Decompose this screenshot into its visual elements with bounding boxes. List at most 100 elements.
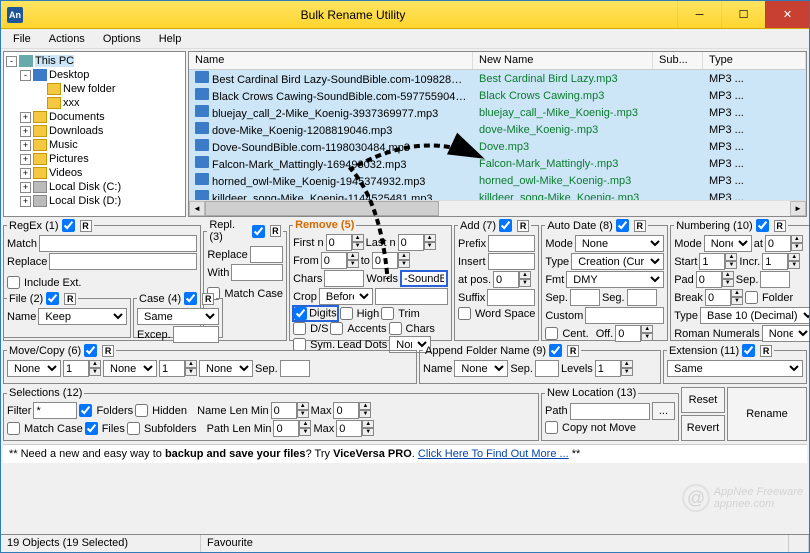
numbering-roman[interactable]: None bbox=[762, 325, 809, 342]
close-button[interactable]: ✕ bbox=[765, 1, 809, 28]
movecopy-reset[interactable]: R bbox=[102, 345, 114, 357]
expand-icon[interactable]: + bbox=[20, 182, 31, 193]
numbering-start[interactable] bbox=[699, 253, 725, 270]
col-sub[interactable]: Sub... bbox=[653, 52, 703, 69]
minimize-button[interactable]: ─ bbox=[677, 1, 721, 28]
remove-accents[interactable] bbox=[330, 322, 343, 335]
selections-files[interactable] bbox=[85, 422, 98, 435]
appendfolder-levels[interactable] bbox=[595, 360, 621, 377]
autodate-off[interactable] bbox=[615, 325, 641, 342]
remove-trim[interactable] bbox=[381, 307, 394, 320]
regex-match-input[interactable] bbox=[39, 235, 197, 252]
expand-icon[interactable]: + bbox=[20, 126, 31, 137]
numbering-mode[interactable]: None bbox=[704, 235, 752, 252]
remove-digits[interactable] bbox=[294, 307, 307, 320]
newloc-path[interactable] bbox=[570, 403, 650, 420]
regex-replace-input[interactable] bbox=[49, 253, 197, 270]
scroll-thumb[interactable] bbox=[205, 201, 439, 216]
add-suffix[interactable] bbox=[487, 289, 535, 306]
tree-item[interactable]: +Music bbox=[6, 138, 183, 152]
regex-include-ext[interactable] bbox=[7, 276, 20, 289]
case-excep[interactable] bbox=[173, 326, 219, 343]
expand-icon[interactable]: - bbox=[6, 56, 17, 67]
file-enable[interactable] bbox=[46, 292, 59, 305]
tree-item[interactable]: +Local Disk (D:) bbox=[6, 194, 183, 208]
expand-icon[interactable]: + bbox=[20, 154, 31, 165]
add-insert[interactable] bbox=[488, 253, 536, 270]
repl-with-input[interactable] bbox=[231, 264, 283, 281]
remove-chars-input[interactable] bbox=[324, 270, 364, 287]
remove-from[interactable] bbox=[321, 252, 347, 269]
movecopy-n2[interactable] bbox=[159, 360, 185, 377]
expand-icon[interactable]: + bbox=[20, 112, 31, 123]
add-wordspace[interactable] bbox=[458, 307, 471, 320]
tree-item[interactable]: -Desktop bbox=[6, 68, 183, 82]
selections-namemax[interactable] bbox=[333, 402, 359, 419]
appendfolder-sep[interactable] bbox=[535, 360, 559, 377]
expand-icon[interactable]: + bbox=[20, 168, 31, 179]
revert-button[interactable]: Revert bbox=[681, 415, 725, 441]
tree-item[interactable]: +Downloads bbox=[6, 124, 183, 138]
remove-firstn[interactable] bbox=[326, 234, 352, 251]
file-name-select[interactable]: Keep bbox=[38, 308, 127, 325]
remove-high[interactable] bbox=[340, 307, 353, 320]
selections-folders[interactable] bbox=[79, 404, 92, 417]
ext-enable[interactable] bbox=[742, 344, 755, 357]
add-enable[interactable] bbox=[499, 219, 512, 232]
newloc-browse[interactable]: ... bbox=[652, 402, 675, 420]
h-scrollbar[interactable]: ◄ ► bbox=[189, 200, 806, 216]
numbering-enable[interactable] bbox=[756, 219, 769, 232]
file-row[interactable]: bluejay_call_2-Mike_Koenig-3937369977.mp… bbox=[189, 104, 806, 121]
numbering-break[interactable] bbox=[705, 289, 731, 306]
menu-help[interactable]: Help bbox=[151, 31, 190, 47]
selections-namemin[interactable] bbox=[271, 402, 297, 419]
tree-item[interactable]: +Videos bbox=[6, 166, 183, 180]
tree-item[interactable]: xxx bbox=[6, 96, 183, 110]
col-newname[interactable]: New Name bbox=[473, 52, 653, 69]
maximize-button[interactable]: ☐ bbox=[721, 1, 765, 28]
movecopy-2[interactable]: None bbox=[103, 360, 157, 377]
movecopy-3[interactable]: None bbox=[199, 360, 253, 377]
movecopy-enable[interactable] bbox=[84, 344, 97, 357]
file-reset[interactable]: R bbox=[64, 293, 76, 305]
add-prefix[interactable] bbox=[488, 235, 535, 252]
file-row[interactable]: Dove-SoundBible.com-1198030484.mp3Dove.m… bbox=[189, 138, 806, 155]
file-row[interactable]: dove-Mike_Koenig-1208819046.mp3dove-Mike… bbox=[189, 121, 806, 138]
autodate-reset[interactable]: R bbox=[634, 220, 646, 232]
tree-item[interactable]: +Local Disk (C:) bbox=[6, 180, 183, 194]
movecopy-n1[interactable] bbox=[63, 360, 89, 377]
autodate-type[interactable]: Creation (Cur bbox=[571, 253, 664, 270]
scroll-left-icon[interactable]: ◄ bbox=[189, 201, 205, 216]
add-atpos[interactable] bbox=[493, 271, 519, 288]
ext-select[interactable]: Same bbox=[667, 360, 803, 377]
appendfolder-reset[interactable]: R bbox=[567, 345, 579, 357]
regex-reset[interactable]: R bbox=[80, 220, 92, 232]
repl-replace-input[interactable] bbox=[250, 246, 283, 263]
file-row[interactable]: killdeer_song-Mike_Koenig-1144525481.mp3… bbox=[189, 189, 806, 200]
numbering-reset[interactable]: R bbox=[774, 220, 786, 232]
repl-reset[interactable]: R bbox=[270, 225, 281, 237]
autodate-seg[interactable] bbox=[627, 289, 657, 306]
autodate-fmt[interactable]: DMY bbox=[566, 271, 664, 288]
movecopy-sep[interactable] bbox=[280, 360, 310, 377]
autodate-enable[interactable] bbox=[616, 219, 629, 232]
appendfolder-enable[interactable] bbox=[549, 344, 562, 357]
autodate-custom[interactable] bbox=[585, 307, 664, 324]
file-row[interactable]: Falcon-Mark_Mattingly-169493032.mp3Falco… bbox=[189, 155, 806, 172]
remove-crop-select[interactable]: Before bbox=[319, 288, 373, 305]
selections-subfolders[interactable] bbox=[127, 422, 140, 435]
selections-filter[interactable] bbox=[33, 402, 77, 419]
repl-enable[interactable] bbox=[252, 225, 265, 238]
numbering-at[interactable] bbox=[765, 235, 791, 252]
tree-item[interactable]: +Documents bbox=[6, 110, 183, 124]
remove-lastn[interactable] bbox=[398, 234, 424, 251]
file-list[interactable]: Name New Name Sub... Type Best Cardinal … bbox=[188, 51, 807, 217]
regex-enable[interactable] bbox=[62, 219, 75, 232]
numbering-sep[interactable] bbox=[760, 271, 790, 288]
movecopy-1[interactable]: None bbox=[7, 360, 61, 377]
case-enable[interactable] bbox=[184, 292, 197, 305]
numbering-pad[interactable] bbox=[696, 271, 722, 288]
tree-item[interactable]: New folder bbox=[6, 82, 183, 96]
footer-link[interactable]: Click Here To Find Out More ... bbox=[418, 448, 569, 460]
menu-options[interactable]: Options bbox=[95, 31, 149, 47]
